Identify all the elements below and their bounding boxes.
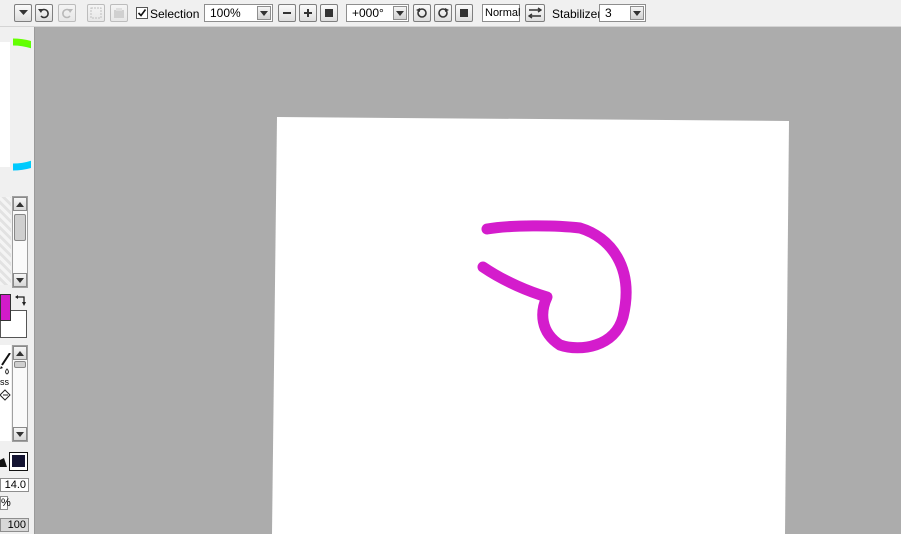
zoom-in-button[interactable]: [299, 4, 317, 22]
rotate-right-icon: [438, 8, 449, 18]
checkmark-icon: [137, 9, 147, 17]
undo-button[interactable]: [35, 4, 53, 22]
zoom-value: 100%: [210, 6, 241, 20]
scroll-up-button[interactable]: [13, 197, 27, 211]
swap-colors-icon[interactable]: [15, 295, 27, 307]
brush-shape-square-button[interactable]: [9, 452, 28, 471]
main-toolbar: Selection 100% +000° Normal Stabilizer 3: [0, 0, 901, 27]
scroll-thumb[interactable]: [14, 361, 26, 368]
blend-mode-value: Normal: [485, 7, 521, 19]
zoom-out-button[interactable]: [278, 4, 296, 22]
drawing-canvas[interactable]: [35, 27, 901, 534]
invert-selection-icon: [114, 8, 124, 18]
square-icon: [325, 9, 333, 17]
zoom-dropdown-arrow[interactable]: [257, 6, 271, 20]
flip-horizontal-icon: [528, 7, 542, 19]
swatch-area[interactable]: [0, 197, 11, 285]
deselect-icon: [90, 7, 102, 19]
deselect-button[interactable]: [87, 4, 105, 22]
tool-list-scrollbar[interactable]: [12, 345, 28, 442]
selection-label: Selection: [150, 7, 200, 21]
scroll-thumb[interactable]: [14, 214, 26, 241]
brush-shape-round-button[interactable]: [0, 453, 8, 471]
scroll-down-button[interactable]: [13, 273, 27, 287]
color-wheel[interactable]: [0, 27, 31, 177]
stabilizer-dropdown-arrow[interactable]: [630, 6, 644, 20]
chevron-down-icon: [396, 10, 404, 16]
tool-label-fragment: ss: [0, 377, 9, 387]
selection-checkbox[interactable]: [136, 7, 148, 19]
redo-button[interactable]: [58, 4, 76, 22]
rotate-right-button[interactable]: [434, 4, 452, 22]
chevron-down-icon: [16, 431, 24, 437]
pen-tool-icon[interactable]: [0, 353, 11, 375]
scroll-up-button[interactable]: [13, 346, 27, 360]
chevron-down-icon: [16, 277, 24, 283]
redo-icon: [62, 8, 73, 19]
stabilizer-dropdown[interactable]: 3: [599, 4, 646, 22]
square-icon: [460, 9, 468, 17]
rotation-reset-button[interactable]: [455, 4, 473, 22]
stabilizer-label: Stabilizer: [552, 7, 602, 21]
invert-selection-button[interactable]: [110, 4, 128, 22]
chevron-up-icon: [16, 350, 24, 356]
min-size-field[interactable]: %: [0, 496, 11, 510]
brush-shape-square-fill: [12, 455, 25, 467]
plus-icon: [304, 9, 312, 17]
rotate-left-icon: [416, 8, 427, 18]
brush-size-field[interactable]: 14.0: [0, 478, 29, 492]
panel-menu-dropdown-button[interactable]: [14, 4, 32, 22]
rotation-dropdown[interactable]: +000°: [346, 4, 409, 22]
rotate-left-button[interactable]: [413, 4, 431, 22]
undo-icon: [38, 8, 49, 19]
tool-list[interactable]: ss: [0, 345, 11, 441]
brush-shape-icon: [0, 458, 7, 467]
rotation-dropdown-arrow[interactable]: [393, 6, 407, 20]
chevron-up-icon: [16, 201, 24, 207]
left-tool-panel: ss 14.0 % 100: [0, 27, 31, 534]
flip-horizontal-button[interactable]: [525, 4, 545, 22]
blend-mode-dropdown[interactable]: Normal: [482, 4, 520, 22]
eraser-tool-icon[interactable]: [0, 389, 11, 401]
swatch-scrollbar[interactable]: [12, 196, 28, 288]
canvas-area[interactable]: [34, 27, 901, 534]
rotation-value: +000°: [352, 6, 384, 20]
zoom-reset-button[interactable]: [320, 4, 338, 22]
min-size-unit: %: [1, 497, 11, 509]
density-value: 100: [7, 519, 26, 531]
stabilizer-value: 3: [605, 6, 612, 20]
chevron-down-icon: [260, 10, 268, 16]
zoom-dropdown[interactable]: 100%: [204, 4, 273, 22]
brush-size-value: 14.0: [4, 479, 26, 491]
chevron-down-icon: [633, 10, 641, 16]
chevron-down-icon: [18, 10, 28, 15]
scroll-down-button[interactable]: [13, 427, 27, 441]
paper-sheet[interactable]: [272, 117, 789, 534]
minus-icon: [283, 12, 291, 14]
foreground-color-swatch[interactable]: [0, 294, 11, 321]
density-field[interactable]: 100: [0, 518, 29, 532]
